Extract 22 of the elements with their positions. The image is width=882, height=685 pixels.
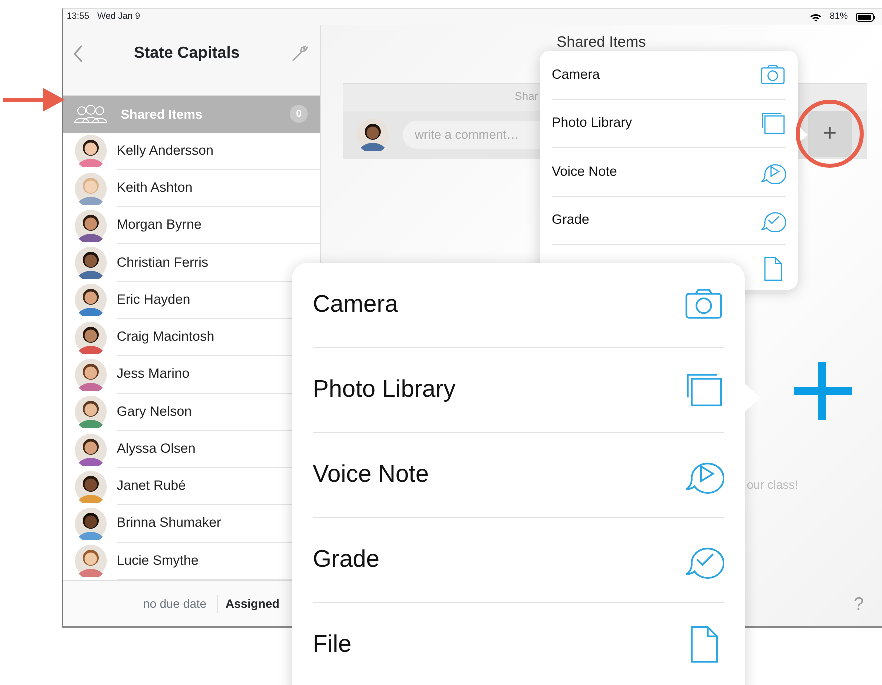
student-name: Craig Macintosh: [117, 328, 215, 346]
empty-message: our class!: [747, 477, 798, 494]
status-label: Assigned: [216, 594, 280, 613]
student-name: Janet Rubé: [117, 477, 186, 496]
shared-items-label: Shared Items: [121, 106, 203, 124]
student-name: Kelly Andersson: [117, 142, 214, 160]
student-name: Eric Hayden: [117, 290, 191, 309]
section-label: Shar: [515, 90, 538, 106]
student-name: Alyssa Olsen: [117, 440, 196, 458]
student-name: Morgan Byrne: [117, 216, 202, 234]
status-date: Wed Jan 9: [98, 10, 140, 24]
student-name: Keith Ashton: [117, 178, 193, 197]
student-name: Gary Nelson: [117, 402, 192, 421]
status-time: 13:55: [67, 10, 90, 24]
student-name: Brinna Shumaker: [117, 514, 222, 532]
student-name: Christian Ferris: [117, 254, 209, 272]
student-name: Jess Marino: [117, 365, 190, 384]
battery-percent: 81%: [830, 10, 848, 24]
page-title: Shared Items: [556, 34, 646, 51]
nav-title: State Capitals: [134, 44, 240, 64]
due-date-label: no due date: [143, 596, 207, 613]
student-name: Lucie Smythe: [117, 552, 199, 570]
